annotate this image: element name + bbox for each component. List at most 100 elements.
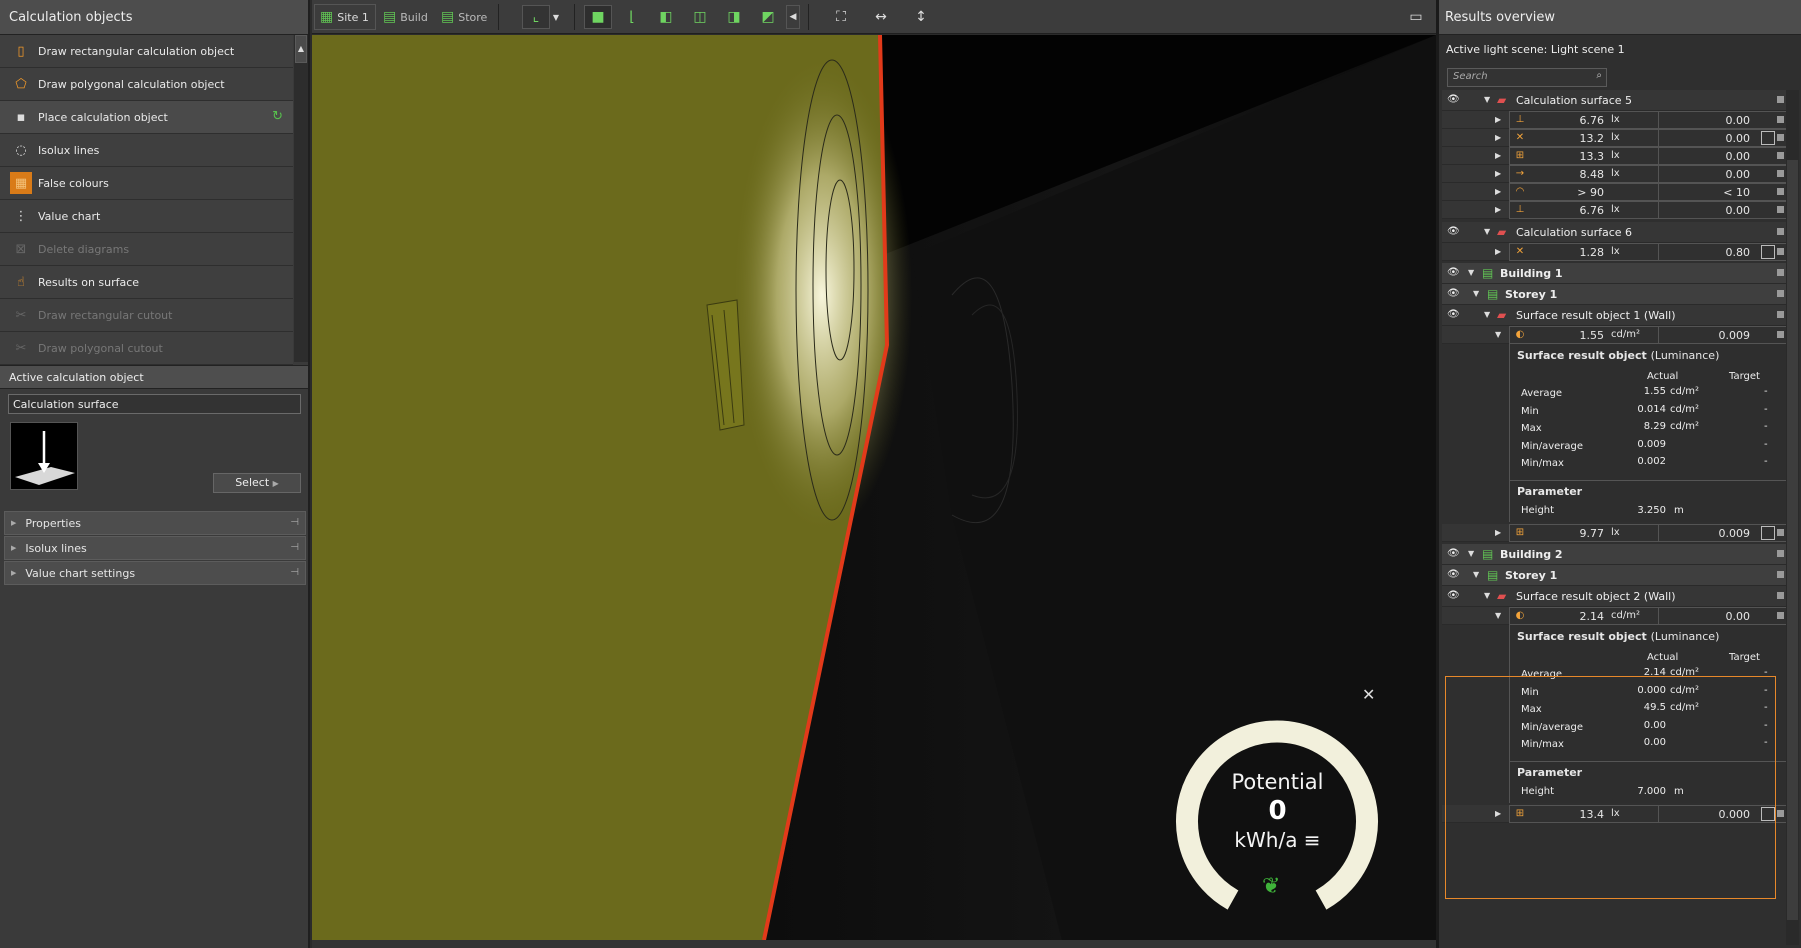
tool-polygon-calc[interactable]: ⬠ Draw polygonal calculation object: [0, 68, 293, 101]
tree-item-calc-surface-5[interactable]: 👁 ▼ ▰ Calculation surface 5: [1442, 90, 1791, 111]
tool-place[interactable]: ▪ Place calculation object ↻: [0, 101, 293, 134]
collapse-arrow-icon[interactable]: ▼: [1468, 549, 1474, 558]
l-view-icon[interactable]: ⌊: [618, 5, 646, 29]
tool-rect-cutout[interactable]: ✂ Draw rectangular cutout: [0, 299, 293, 332]
checkbox[interactable]: [1777, 206, 1784, 213]
checkbox[interactable]: [1777, 116, 1784, 123]
collapse-arrow-icon[interactable]: ▼: [1484, 591, 1490, 600]
collapse-arrow-icon[interactable]: ▼: [1473, 289, 1479, 298]
tree-item-surface-result-object[interactable]: 👁 ▼ ▰ Surface result object 2 (Wall): [1442, 586, 1791, 607]
chart-icon[interactable]: [1761, 526, 1775, 540]
fit-view-icon[interactable]: ⛶: [827, 5, 855, 29]
section-properties[interactable]: ▶ Properties ⊣: [4, 511, 306, 535]
tool-results-surface[interactable]: ☝ Results on surface: [0, 266, 293, 299]
tree-item-surface-result-object[interactable]: 👁 ▼ ▰ Surface result object 1 (Wall): [1442, 305, 1791, 326]
section-value-chart-settings[interactable]: ▶ Value chart settings ⊣: [4, 561, 306, 585]
tool-rect-calc[interactable]: ▯ Draw rectangular calculation object: [0, 35, 293, 68]
floor-plan-icon[interactable]: ⌞: [522, 5, 550, 29]
checkbox[interactable]: [1777, 612, 1784, 619]
checkbox[interactable]: [1777, 170, 1784, 177]
tree-item-storey[interactable]: 👁 ▼ ▤ Storey 1: [1442, 284, 1791, 305]
result-value-row[interactable]: ▶ ⊞ 9.77 lx 0.009: [1442, 524, 1792, 542]
result-value-row[interactable]: ▶ ◠ > 90 < 10: [1442, 183, 1792, 201]
eye-icon[interactable]: 👁: [1447, 548, 1460, 559]
tab-site[interactable]: ▦ Site 1: [314, 4, 376, 30]
monitor-icon[interactable]: ▭: [1402, 5, 1430, 29]
collapse-arrow-icon[interactable]: ▼: [1484, 310, 1490, 319]
eye-icon[interactable]: 👁: [1447, 590, 1460, 601]
result-value-row[interactable]: ▶ → 8.48 lx 0.00: [1442, 165, 1792, 183]
expand-arrow-icon[interactable]: ▶: [1495, 115, 1501, 124]
chart-icon[interactable]: [1761, 245, 1775, 259]
checkbox[interactable]: [1777, 529, 1784, 536]
result-value-row[interactable]: ▼ ◐ 2.14 cd/m² 0.00: [1442, 607, 1792, 625]
result-value-row[interactable]: ▼ ◐ 1.55 cd/m² 0.009: [1442, 326, 1792, 344]
checkbox[interactable]: [1777, 96, 1784, 103]
eye-icon[interactable]: 👁: [1447, 267, 1460, 278]
result-value-row[interactable]: ▶ ⊥ 6.76 lx 0.00: [1442, 201, 1792, 219]
pin-icon[interactable]: ⊣: [290, 517, 299, 528]
tool-delete-diagrams[interactable]: ⊠ Delete diagrams: [0, 233, 293, 266]
checkbox[interactable]: [1777, 228, 1784, 235]
expand-arrow-icon[interactable]: ▶: [1495, 205, 1501, 214]
results-scrollbar[interactable]: [1786, 90, 1799, 945]
result-value-row[interactable]: ▶ ⊥ 6.76 lx 0.00: [1442, 111, 1792, 129]
tab-storey[interactable]: ▤ Store: [435, 4, 490, 30]
checkbox[interactable]: [1777, 269, 1784, 276]
tool-list-scrollbar[interactable]: ▲: [294, 35, 308, 362]
tab-building[interactable]: ▤ Build: [377, 4, 434, 30]
result-value-row[interactable]: ▶ ✕ 1.28 lx 0.80: [1442, 243, 1792, 261]
gauge-unit[interactable]: kWh/a ≡: [1180, 828, 1375, 852]
eye-icon[interactable]: 👁: [1447, 569, 1460, 580]
eye-icon[interactable]: 👁: [1447, 226, 1460, 237]
dropdown-arrow-icon[interactable]: ▼: [548, 5, 564, 29]
eye-icon[interactable]: 👁: [1447, 309, 1460, 320]
checkbox[interactable]: [1777, 571, 1784, 578]
expand-arrow-icon[interactable]: ▶: [1495, 133, 1501, 142]
tool-value-chart[interactable]: ⋮ Value chart: [0, 200, 293, 233]
measure-height-icon[interactable]: ↕: [907, 5, 935, 29]
cube-right-icon[interactable]: ◩: [754, 5, 782, 29]
tool-poly-cutout[interactable]: ✂ Draw polygonal cutout: [0, 332, 293, 365]
eye-icon[interactable]: 👁: [1447, 94, 1460, 105]
collapse-arrow-icon[interactable]: ▼: [1473, 570, 1479, 579]
horizontal-scrollbar[interactable]: [312, 940, 1436, 948]
checkbox[interactable]: [1777, 290, 1784, 297]
pin-icon[interactable]: ⊣: [290, 542, 299, 553]
cube-left-icon[interactable]: ◨: [720, 5, 748, 29]
expand-arrow-icon[interactable]: ▶: [1495, 528, 1501, 537]
checkbox[interactable]: [1777, 550, 1784, 557]
expand-arrow-icon[interactable]: ▼: [1495, 611, 1501, 620]
tree-item-building[interactable]: 👁 ▼ ▤ Building 1: [1442, 263, 1791, 284]
tree-item-storey[interactable]: 👁 ▼ ▤ Storey 1: [1442, 565, 1791, 586]
tree-item-calc-surface-6[interactable]: 👁 ▼ ▰ Calculation surface 6: [1442, 222, 1791, 243]
collapse-arrow-icon[interactable]: ▼: [1484, 95, 1490, 104]
close-icon[interactable]: ✕: [1362, 685, 1375, 704]
collapse-arrow-icon[interactable]: ▼: [1468, 268, 1474, 277]
checkbox[interactable]: [1777, 134, 1784, 141]
chart-icon[interactable]: [1761, 131, 1775, 145]
collapse-arrow-icon[interactable]: ◀: [786, 5, 800, 29]
checkbox[interactable]: [1777, 810, 1784, 817]
3d-view-icon[interactable]: ■: [584, 5, 612, 29]
checkbox[interactable]: [1777, 152, 1784, 159]
checkbox[interactable]: [1777, 248, 1784, 255]
tool-false-colours[interactable]: ▦ False colours: [0, 167, 293, 200]
select-button[interactable]: Select ▶: [213, 473, 301, 493]
collapse-arrow-icon[interactable]: ▼: [1484, 227, 1490, 236]
pin-icon[interactable]: ⊣: [290, 567, 299, 578]
cube-front-icon[interactable]: ◧: [652, 5, 680, 29]
section-isolux-lines[interactable]: ▶ Isolux lines ⊣: [4, 536, 306, 560]
active-object-name[interactable]: Calculation surface: [8, 394, 301, 414]
cube-back-icon[interactable]: ◫: [686, 5, 714, 29]
expand-arrow-icon[interactable]: ▶: [1495, 247, 1501, 256]
scrollbar-thumb[interactable]: [1787, 160, 1798, 920]
result-value-row[interactable]: ▶ ✕ 13.2 lx 0.00: [1442, 129, 1792, 147]
expand-arrow-icon[interactable]: ▶: [1495, 151, 1501, 160]
tree-item-building[interactable]: 👁 ▼ ▤ Building 2: [1442, 544, 1791, 565]
checkbox[interactable]: [1777, 331, 1784, 338]
result-value-row[interactable]: ▶ ⊞ 13.3 lx 0.00: [1442, 147, 1792, 165]
expand-arrow-icon[interactable]: ▶: [1495, 169, 1501, 178]
checkbox[interactable]: [1777, 311, 1784, 318]
checkbox[interactable]: [1777, 592, 1784, 599]
